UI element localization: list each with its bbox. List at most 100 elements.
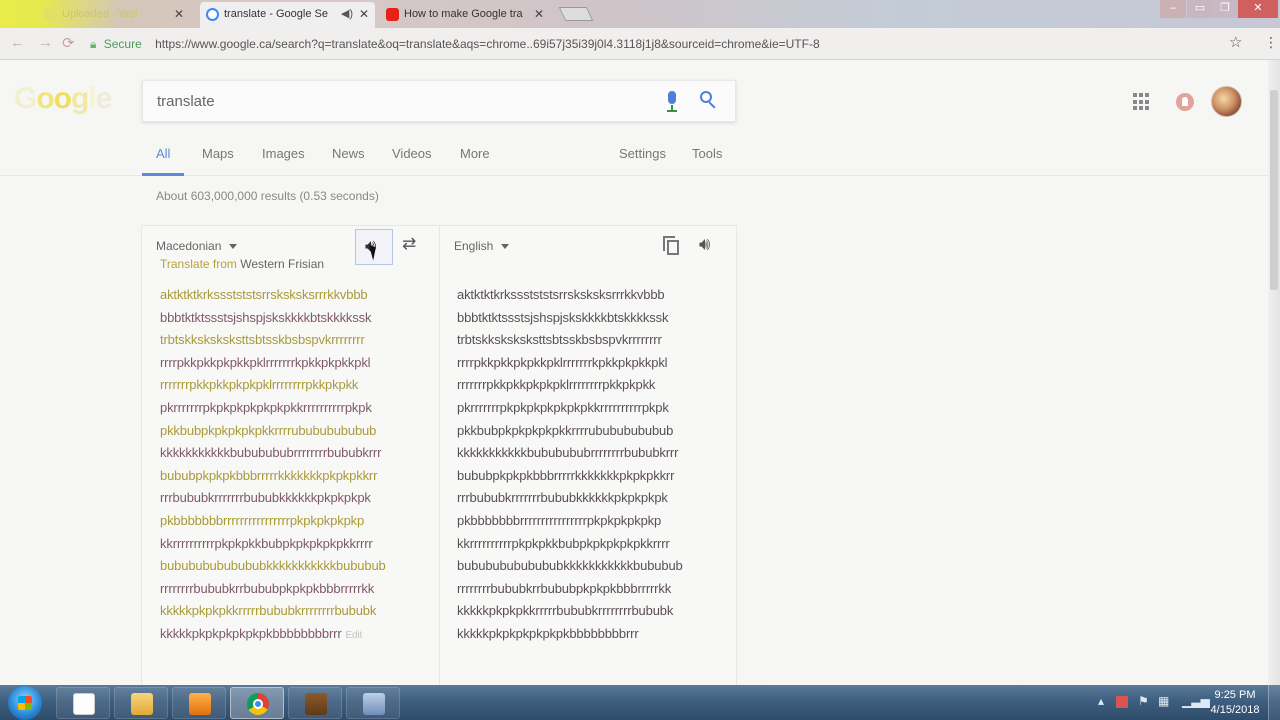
translation-line: kkkkkkkkkkkbububububrrrrrrrrbububkrrr <box>457 445 679 461</box>
source-line: kkkkkpkpkpkkrrrrrbububkrrrrrrrrbububk <box>160 603 377 619</box>
google-favicon-icon <box>206 8 219 21</box>
translation-line: trbtskksksksksttsbtsskbsbspvkrrrrrrrr <box>457 332 662 348</box>
taskbar-tool[interactable] <box>346 687 400 719</box>
detected-language[interactable]: Western Frisian <box>240 257 324 271</box>
taskbar-media-player[interactable] <box>172 687 226 719</box>
tab-videos[interactable]: Videos <box>392 146 432 161</box>
swap-languages-icon[interactable]: ⇄ <box>402 234 416 254</box>
source-line: pkbbbbbbbrrrrrrrrrrrrrrrrpkpkpkpkpkp <box>160 512 365 528</box>
tab-favicon-icon <box>44 8 57 21</box>
address-bar-row: ← → ⟳ 🔒︎ Secure https://www.google.ca/se… <box>0 28 1280 60</box>
source-line: kkkkkkkkkkkbububububrrrrrrrrbububkrrr <box>160 445 382 461</box>
bookmark-star-icon[interactable]: ☆ <box>1229 33 1242 51</box>
app-icon <box>363 693 385 715</box>
media-player-icon <box>189 693 211 715</box>
edit-link[interactable]: Edit <box>346 630 363 641</box>
translation-line: bbbtktktssstsjshspjskskkkkbtskkkkssk <box>457 309 669 325</box>
tray-app-icon[interactable] <box>1116 696 1128 708</box>
notifications-icon[interactable] <box>1176 93 1194 111</box>
tools-link[interactable]: Tools <box>692 146 722 161</box>
chrome-icon <box>247 693 269 715</box>
source-line: kkkkkpkpkpkpkpkpkbbbbbbbbrrr <box>160 625 342 641</box>
card-divider <box>439 226 440 696</box>
translation-output: aktktktkrkssstststsrrsksksksrrrkkvbbb bb… <box>457 284 723 646</box>
lock-icon: 🔒︎ <box>90 37 97 51</box>
source-text-area[interactable]: aktktktkrkssstststsrrsksksksrrrkkvbbb bb… <box>160 284 426 648</box>
tab-close-icon[interactable]: ✕ <box>534 2 544 26</box>
source-line: aktktktkrkssstststsrrsksksksrrrkkvbbb <box>160 287 368 302</box>
source-line-last: kkkkkpkpkpkpkpkpkbbbbbbbbrrr Edit <box>160 623 426 648</box>
flag-icon[interactable]: ⚑ <box>1138 694 1149 708</box>
browser-tab-translate[interactable]: translate - Google Se ◀) ✕ <box>200 2 375 28</box>
restore-button[interactable]: ❐ <box>1212 0 1238 18</box>
apps-grid-icon[interactable] <box>1133 93 1151 111</box>
tab-images[interactable]: Images <box>262 146 305 161</box>
window-button[interactable]: ▭ <box>1187 0 1213 18</box>
tab-all[interactable]: All <box>141 146 186 176</box>
taskbar-notepad[interactable] <box>56 687 110 719</box>
target-language-label: English <box>454 239 494 253</box>
account-avatar[interactable] <box>1211 86 1242 117</box>
browser-tab-youtube[interactable]: How to make Google tra ✕ <box>380 2 550 28</box>
system-clock[interactable]: 9:25 PM 4/15/2018 <box>1206 688 1264 718</box>
secure-label: Secure <box>103 37 142 51</box>
translation-line: pkkbubpkpkpkpkpkkrrrrubububububub <box>457 422 674 438</box>
tab-audio-icon[interactable]: ◀) <box>341 2 353 26</box>
new-tab-button[interactable] <box>558 7 594 21</box>
tab-title: How to make Google tra <box>404 8 523 20</box>
copy-icon[interactable] <box>663 236 679 256</box>
browser-tabstrip: Uploaded - Wel ✕ translate - Google Se ◀… <box>0 0 1280 28</box>
source-line: bububpkpkpkbbbrrrrrkkkkkkkpkpkpkkrr <box>160 467 378 483</box>
microphone-icon[interactable] <box>665 91 679 113</box>
document-icon <box>73 693 95 715</box>
show-desktop-button[interactable] <box>1268 685 1280 720</box>
source-line: rrrbububkrrrrrrrbububkkkkkkpkpkpkpk <box>160 490 371 506</box>
translation-line: kkkkkpkpkpkkrrrrrbububkrrrrrrrrbububk <box>457 603 674 619</box>
search-nav-tabs: All Maps Images News Videos More Setting… <box>0 140 1280 176</box>
source-line: trbtskksksksksttsbtsskbsbspvkrrrrrrrr <box>160 332 365 348</box>
translate-from-suggestion[interactable]: Translate from Western Frisian <box>160 257 324 271</box>
taskbar-explorer[interactable] <box>114 687 168 719</box>
forward-arrow-icon[interactable]: → <box>38 34 53 51</box>
search-icon[interactable] <box>699 90 719 110</box>
translate-card: Macedonian Translate from Western Frisia… <box>141 225 737 696</box>
google-logo[interactable]: Google <box>14 82 112 116</box>
translation-line: aktktktkrkssstststsrrsksksksrrrkkvbbb <box>457 287 665 302</box>
tab-close-icon[interactable]: ✕ <box>174 2 184 26</box>
tab-close-icon[interactable]: ✕ <box>359 2 369 26</box>
windows-taskbar: ▴ ⚑ ▦ ▁▃▅ 9:25 PM 4/15/2018 <box>0 685 1280 720</box>
source-line: bubububububububkkkkkkkkkkkbububub <box>160 558 386 574</box>
tab-news[interactable]: News <box>332 146 365 161</box>
scrollbar-thumb[interactable] <box>1270 90 1278 290</box>
taskbar-chrome[interactable] <box>230 687 284 719</box>
translation-line: rrrbububkrrrrrrrbububkkkkkkpkpkpkpk <box>457 490 668 506</box>
browser-menu-icon[interactable]: ⋮ <box>1264 34 1278 51</box>
tab-more[interactable]: More <box>460 146 490 161</box>
close-window-button[interactable]: ✕ <box>1238 0 1278 18</box>
target-language-select[interactable]: English <box>454 239 510 253</box>
translation-line: kkkkkpkpkpkpkpkpkbbbbbbbbrrr <box>457 625 639 641</box>
tab-maps[interactable]: Maps <box>202 146 234 161</box>
search-input[interactable]: translate <box>157 93 215 110</box>
tab-title: translate - Google Se <box>224 8 328 20</box>
tray-expand-icon[interactable]: ▴ <box>1098 694 1104 708</box>
network-icon[interactable]: ▦ <box>1158 694 1169 708</box>
source-line: kkrrrrrrrrrrpkpkpkkbubpkpkpkpkpkkrrrr <box>160 535 373 551</box>
source-line: rrrrpkkpkkpkpkkpklrrrrrrrkpkkpkpkkpkl <box>160 354 371 370</box>
address-bar[interactable]: 🔒︎ Secure https://www.google.ca/search?q… <box>90 32 1250 56</box>
page-scrollbar[interactable] <box>1268 60 1280 685</box>
source-language-select[interactable]: Macedonian <box>156 239 238 253</box>
tab-title: Uploaded - Wel <box>62 8 138 20</box>
listen-translation-icon[interactable]: 🔊︎ <box>699 234 710 255</box>
reload-icon[interactable]: ⟳ <box>62 34 75 52</box>
translation-line: kkrrrrrrrrrrpkpkpkkbubpkpkpkpkpkkrrrr <box>457 535 670 551</box>
start-button[interactable] <box>8 686 42 720</box>
translation-line: bubububububububkkkkkkkkkkkbububub <box>457 558 683 574</box>
browser-tab-uploaded[interactable]: Uploaded - Wel ✕ <box>38 2 190 28</box>
taskbar-minecraft[interactable] <box>288 687 342 719</box>
translation-line: pkrrrrrrrpkpkpkpkpkpkpkkrrrrrrrrrrpkpk <box>457 399 669 415</box>
settings-link[interactable]: Settings <box>619 146 666 161</box>
back-arrow-icon[interactable]: ← <box>10 34 25 51</box>
search-box[interactable]: translate <box>142 80 736 122</box>
minimize-button[interactable]: – <box>1160 0 1186 18</box>
